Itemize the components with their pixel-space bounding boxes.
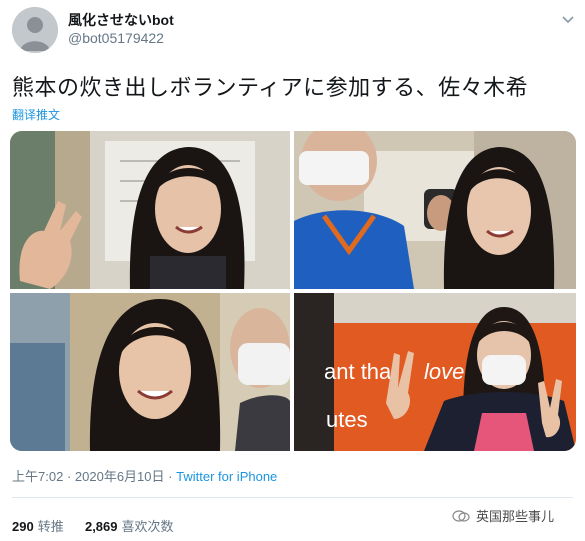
- retweet-count[interactable]: 290: [12, 519, 34, 534]
- sign-text-3: utes: [326, 407, 368, 432]
- avatar[interactable]: [12, 7, 58, 53]
- photo-4[interactable]: ant tha loved utes: [294, 293, 576, 451]
- media-grid: ant tha loved utes: [10, 131, 576, 451]
- tweet-time[interactable]: 上午7:02: [12, 469, 63, 484]
- tweet-source[interactable]: Twitter for iPhone: [176, 469, 277, 484]
- meta-separator-2: ·: [168, 469, 173, 484]
- retweet-label[interactable]: 转推: [38, 519, 64, 534]
- translate-tweet-link[interactable]: 翻译推文: [12, 106, 60, 123]
- watermark: 英国那些事儿: [452, 506, 554, 525]
- sign-text-1: ant tha: [324, 359, 392, 384]
- like-count[interactable]: 2,869: [85, 519, 118, 534]
- meta-separator: ·: [66, 469, 72, 484]
- photo-2[interactable]: [294, 131, 576, 289]
- handle[interactable]: @bot05179422: [68, 30, 164, 46]
- chevron-down-icon[interactable]: [562, 16, 574, 26]
- photo-3[interactable]: [10, 293, 290, 451]
- photo-1[interactable]: [10, 131, 290, 289]
- like-label[interactable]: 喜欢次数: [122, 519, 174, 534]
- wechat-icon: [452, 510, 470, 522]
- default-avatar-icon: [12, 7, 58, 53]
- tweet-card: 風化させないbot @bot05179422 熊本の炊き出しボランティアに参加す…: [0, 0, 585, 541]
- tweet-date[interactable]: 2020年6月10日: [75, 469, 165, 484]
- tweet-stats: 290 转推 2,869 喜欢次数: [12, 516, 174, 535]
- tweet-text: 熊本の炊き出しボランティアに参加する、佐々木希: [12, 75, 529, 100]
- tweet-meta: 上午7:02 · 2020年6月10日 · Twitter for iPhone: [12, 466, 277, 485]
- divider: [12, 497, 573, 498]
- display-name[interactable]: 風化させないbot: [68, 10, 174, 30]
- watermark-text: 英国那些事儿: [476, 509, 555, 524]
